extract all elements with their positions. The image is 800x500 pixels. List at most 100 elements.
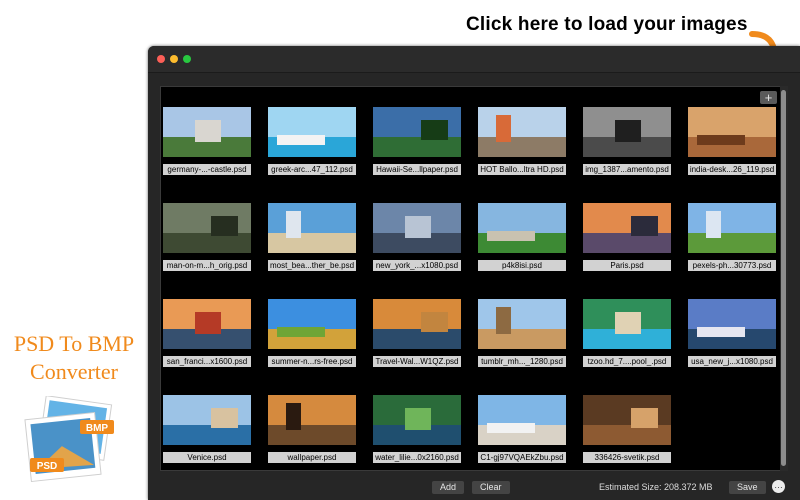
- thumbnail-subject: [194, 311, 222, 334]
- image-thumbnail[interactable]: [163, 395, 251, 445]
- image-tile[interactable]: most_bea...ther_be.psd: [266, 196, 371, 292]
- image-thumbnail[interactable]: [583, 299, 671, 349]
- thumbnail-subject: [421, 311, 448, 332]
- image-tile[interactable]: img_1387...amento.psd: [581, 100, 686, 196]
- estimated-size-label: Estimated Size: 208.372 MB: [599, 482, 713, 492]
- image-tile[interactable]: tumblr_mh..._1280.psd: [476, 292, 581, 388]
- image-tile[interactable]: Venice.psd: [161, 388, 266, 470]
- thumbnail-sky: [478, 107, 566, 137]
- image-thumbnail[interactable]: [373, 107, 461, 157]
- thumbnail-ground: [583, 425, 671, 445]
- image-thumbnail[interactable]: [268, 107, 356, 157]
- image-tile[interactable]: san_franci...x1600.psd: [161, 292, 266, 388]
- image-tile[interactable]: pexels-ph...30773.psd: [686, 196, 781, 292]
- image-filename-label: san_franci...x1600.psd: [163, 356, 251, 367]
- image-filename-label: Venice.psd: [163, 452, 251, 463]
- image-thumbnail[interactable]: [268, 395, 356, 445]
- thumbnail-subject: [495, 114, 512, 142]
- image-filename-label: man-on-m...h_orig.psd: [163, 260, 251, 271]
- thumbnail-sky: [163, 203, 251, 233]
- scrollbar-thumb[interactable]: [781, 90, 786, 466]
- thumbnail-subject: [495, 306, 512, 334]
- image-thumbnail[interactable]: [268, 299, 356, 349]
- image-filename-label: summer-n...rs-free.psd: [268, 356, 356, 367]
- image-filename-label: water_lilie...0x2160.psd: [373, 452, 461, 463]
- thumbnail-subject: [631, 407, 658, 428]
- vertical-scrollbar[interactable]: [780, 86, 788, 471]
- zoom-window-button[interactable]: [183, 55, 191, 63]
- image-tile[interactable]: HOT Ballo...ltra HD.psd: [476, 100, 581, 196]
- image-tile[interactable]: greek-arc...47_112.psd: [266, 100, 371, 196]
- image-filename-label: pexels-ph...30773.psd: [688, 260, 776, 271]
- image-tile[interactable]: Hawaii-Se...llpaper.psd: [371, 100, 476, 196]
- thumbnail-sky: [688, 299, 776, 329]
- add-button[interactable]: Add: [432, 481, 465, 494]
- image-tile[interactable]: wallpaper.psd: [266, 388, 371, 470]
- image-thumbnail[interactable]: [373, 299, 461, 349]
- add-images-button[interactable]: +: [760, 91, 777, 104]
- image-filename-label: 336426-svetik.psd: [583, 452, 671, 463]
- image-thumbnail[interactable]: [583, 395, 671, 445]
- thumbnail-ground: [373, 329, 461, 349]
- thumbnail-subject: [631, 215, 658, 236]
- thumbnail-ground: [583, 233, 671, 253]
- thumbnail-sky: [268, 203, 356, 233]
- thumbnail-sky: [268, 107, 356, 137]
- svg-text:PSD: PSD: [37, 461, 58, 472]
- psd-to-bmp-app-icon: BMP PSD: [24, 396, 114, 483]
- thumbnail-subject: [614, 311, 642, 334]
- image-tile[interactable]: man-on-m...h_orig.psd: [161, 196, 266, 292]
- image-thumbnail[interactable]: [163, 107, 251, 157]
- thumbnail-sky: [478, 203, 566, 233]
- image-filename-label: C1-gj97VQAEkZbu.psd: [478, 452, 566, 463]
- image-thumbnail[interactable]: [163, 203, 251, 253]
- thumbnail-sky: [163, 395, 251, 425]
- minimize-window-button[interactable]: [170, 55, 178, 63]
- image-thumbnail[interactable]: [268, 203, 356, 253]
- thumbnail-ground: [373, 137, 461, 157]
- image-thumbnail[interactable]: [583, 203, 671, 253]
- image-tile[interactable]: germany-...-castle.psd: [161, 100, 266, 196]
- image-filename-label: img_1387...amento.psd: [583, 164, 671, 175]
- image-tile[interactable]: C1-gj97VQAEkZbu.psd: [476, 388, 581, 470]
- image-filename-label: tzoo.hd_7....pool_.psd: [583, 356, 671, 367]
- image-thumbnail[interactable]: [688, 203, 776, 253]
- thumbnail-sky: [268, 299, 356, 329]
- more-options-button[interactable]: …: [772, 480, 785, 493]
- image-thumbnail[interactable]: [478, 203, 566, 253]
- image-filename-label: wallpaper.psd: [268, 452, 356, 463]
- image-filename-label: Paris.psd: [583, 260, 671, 271]
- image-tile[interactable]: tzoo.hd_7....pool_.psd: [581, 292, 686, 388]
- image-tile[interactable]: summer-n...rs-free.psd: [266, 292, 371, 388]
- image-thumbnail[interactable]: [163, 299, 251, 349]
- thumbnail-subject: [486, 230, 536, 241]
- image-tile[interactable]: Travel-Wal...W1QZ.psd: [371, 292, 476, 388]
- title-bar: [148, 46, 800, 73]
- image-thumbnail[interactable]: [688, 107, 776, 157]
- image-tile[interactable]: usa_new_j...x1080.psd: [686, 292, 781, 388]
- image-tile[interactable]: 336426-svetik.psd: [581, 388, 686, 470]
- image-tile[interactable]: water_lilie...0x2160.psd: [371, 388, 476, 470]
- save-button[interactable]: Save: [729, 481, 766, 494]
- image-thumbnail[interactable]: [373, 395, 461, 445]
- image-tile[interactable]: new_york_...x1080.psd: [371, 196, 476, 292]
- image-filename-label: HOT Ballo...ltra HD.psd: [478, 164, 566, 175]
- image-thumbnail[interactable]: [583, 107, 671, 157]
- image-thumbnail[interactable]: [373, 203, 461, 253]
- image-thumbnail[interactable]: [478, 395, 566, 445]
- thumbnail-sky: [688, 203, 776, 233]
- image-grid-area[interactable]: germany-...-castle.psd greek-arc...47_112…: [160, 86, 782, 471]
- thumbnail-sky: [373, 299, 461, 329]
- image-filename-label: germany-...-castle.psd: [163, 164, 251, 175]
- thumbnail-subject: [421, 119, 448, 140]
- close-window-button[interactable]: [157, 55, 165, 63]
- thumbnail-subject: [696, 326, 746, 337]
- image-tile[interactable]: india-desk...26_119.psd: [686, 100, 781, 196]
- image-thumbnail[interactable]: [478, 299, 566, 349]
- image-thumbnail[interactable]: [688, 299, 776, 349]
- image-tile[interactable]: p4k8isi.psd: [476, 196, 581, 292]
- image-thumbnail[interactable]: [478, 107, 566, 157]
- image-filename-label: usa_new_j...x1080.psd: [688, 356, 776, 367]
- image-tile[interactable]: Paris.psd: [581, 196, 686, 292]
- clear-button[interactable]: Clear: [472, 481, 510, 494]
